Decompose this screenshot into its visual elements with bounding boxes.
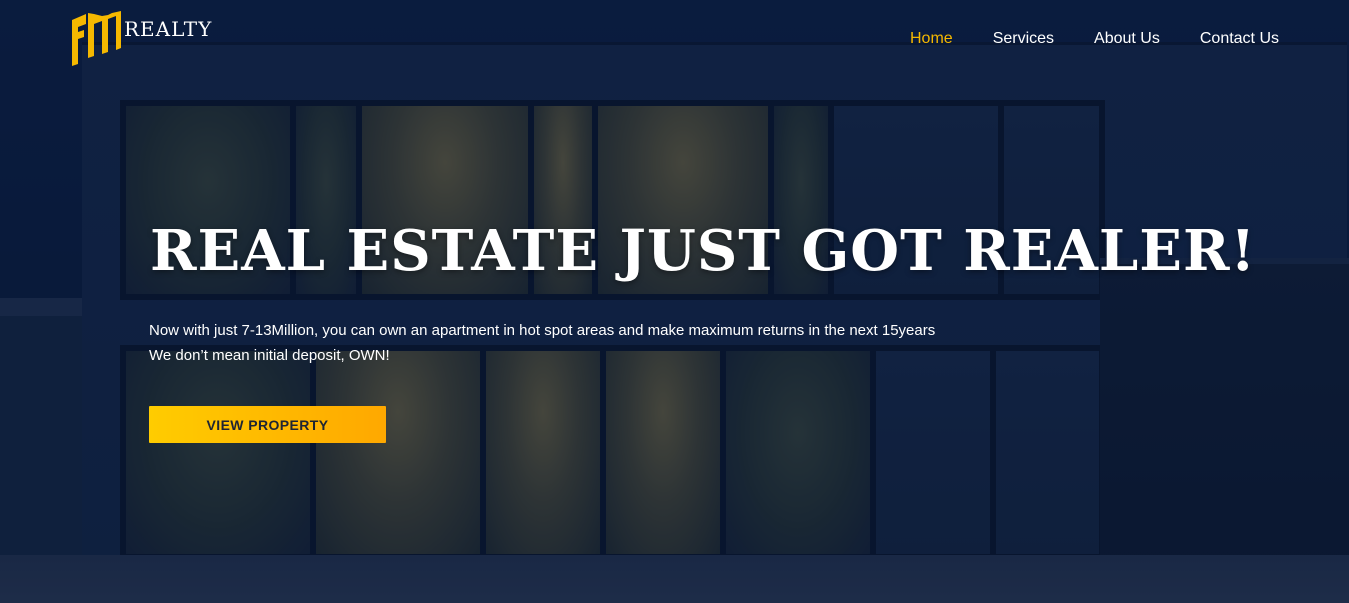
main-nav: Home Services About Us Contact Us bbox=[910, 30, 1279, 48]
nav-about-us[interactable]: About Us bbox=[1094, 30, 1160, 48]
brand-logo[interactable]: REALTY bbox=[68, 10, 212, 70]
hero-subtext: Now with just 7-13Million, you can own a… bbox=[149, 318, 1049, 368]
hero-subtext-line-1: Now with just 7-13Million, you can own a… bbox=[149, 322, 936, 339]
logo-mark-icon bbox=[72, 11, 121, 66]
nav-services[interactable]: Services bbox=[993, 30, 1054, 48]
view-property-button[interactable]: VIEW PROPERTY bbox=[149, 406, 386, 443]
nav-home[interactable]: Home bbox=[910, 30, 953, 48]
hero-background-image bbox=[0, 0, 1349, 603]
hero-headline: REAL ESTATE JUST GOT REALER! bbox=[150, 218, 1257, 284]
hero-subtext-line-2: We don’t mean initial deposit, OWN! bbox=[149, 347, 390, 364]
brand-name: REALTY bbox=[124, 17, 213, 41]
dark-overlay bbox=[0, 0, 1349, 603]
nav-contact-us[interactable]: Contact Us bbox=[1200, 30, 1279, 48]
